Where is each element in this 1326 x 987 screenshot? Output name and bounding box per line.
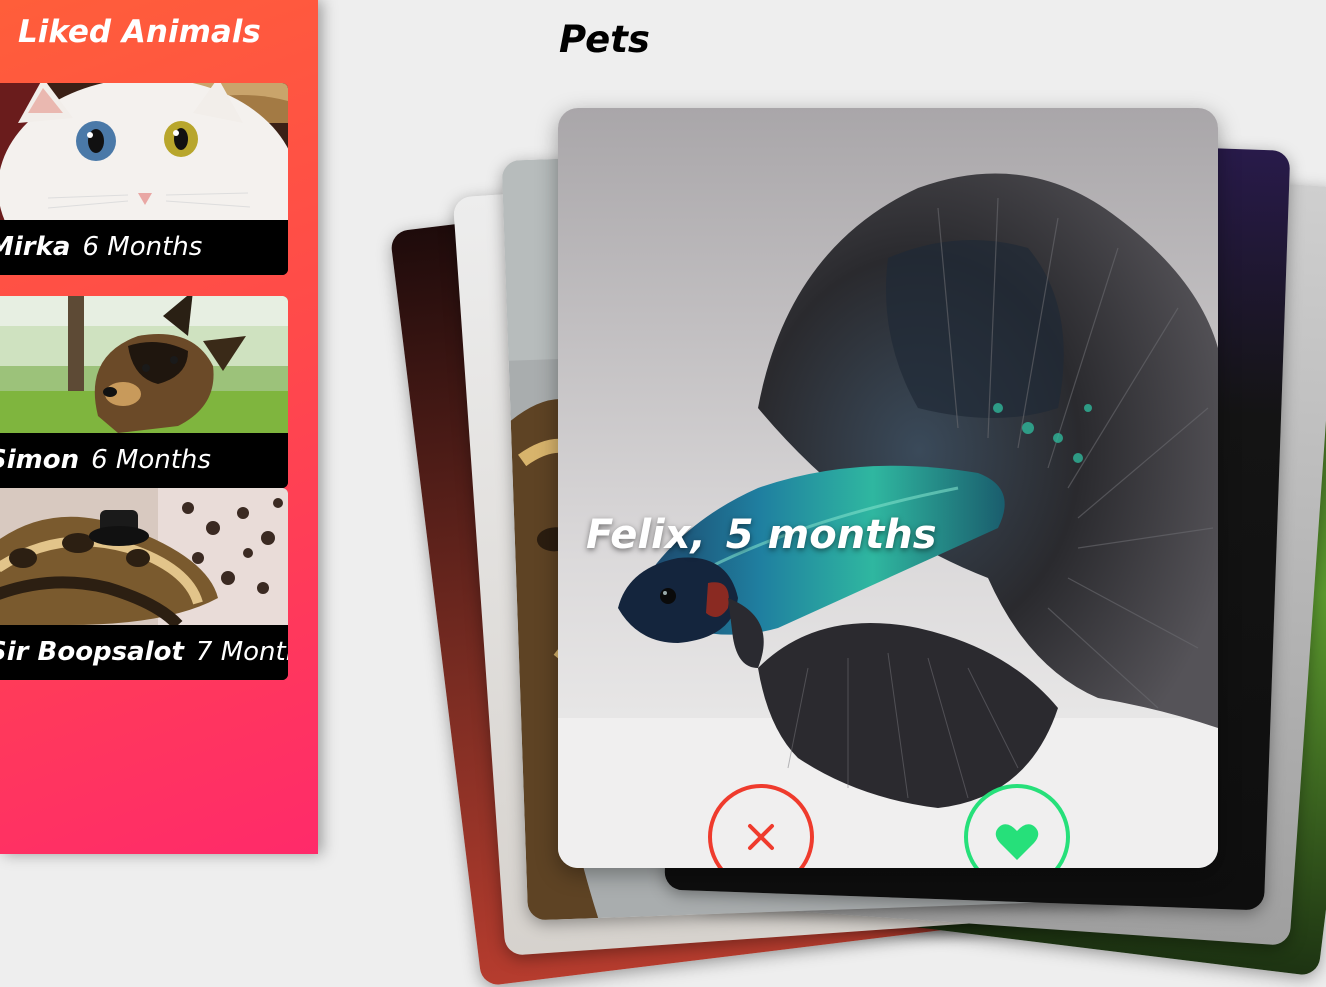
liked-animal-name: Mirka [0, 232, 71, 262]
liked-animal-age: 7 Months [195, 637, 288, 667]
pet-name-age: Felix, 5 months [586, 512, 937, 558]
pet-card[interactable]: Felix, 5 months [558, 108, 1218, 868]
white-cat-photo [0, 83, 288, 220]
sidebar-title: Liked Animals [18, 14, 261, 50]
betta-fish-photo [558, 108, 1218, 868]
heart-icon [995, 824, 1039, 860]
liked-animal-card[interactable]: Sir Boopsalot 7 Months [0, 488, 288, 680]
liked-animals-sidebar: Liked Animals Mirka 6 Months [0, 0, 318, 854]
page-title: Pets [559, 18, 650, 61]
liked-animal-age: 6 Months [82, 232, 203, 262]
liked-animal-name: Sir Boopsalot [0, 637, 184, 667]
german-shepherd-photo [0, 296, 288, 433]
liked-animal-age: 6 Months [91, 445, 211, 475]
x-icon [748, 824, 774, 850]
pet-name: Felix, [586, 512, 706, 558]
pet-age: 5 months [725, 512, 937, 558]
snake-with-hat-photo [0, 488, 288, 625]
liked-animal-name: Simon [0, 445, 80, 475]
liked-animal-card[interactable]: Mirka 6 Months [0, 83, 288, 275]
liked-animal-card[interactable]: Simon 6 Months [0, 296, 288, 488]
